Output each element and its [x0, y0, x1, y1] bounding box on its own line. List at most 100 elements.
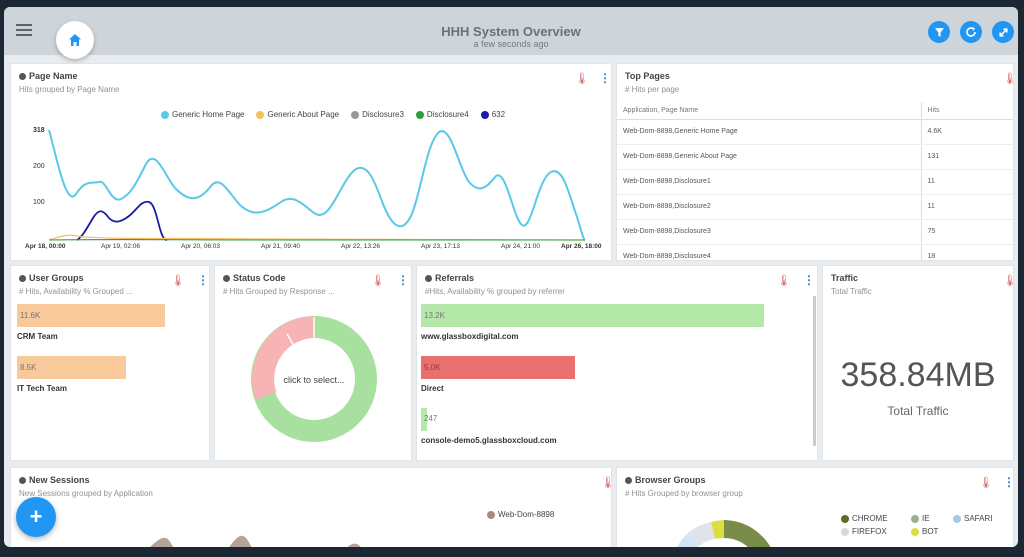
thermometer-icon[interactable]: 🌡 — [575, 72, 589, 86]
legend-item[interactable]: FIREFOX — [841, 527, 911, 536]
thermometer-icon[interactable]: 🌡 — [777, 274, 791, 288]
refresh-icon — [966, 27, 976, 37]
page-name-title: Page Name — [19, 71, 78, 81]
page-name-line-chart[interactable]: 318 200 100 Apr 18, 00:00 Apr 19, 02:06 … — [11, 124, 612, 250]
referrals-subtitle: #Hits, Availability % grouped by referre… — [425, 287, 565, 296]
table-row[interactable]: Web-Dom-8898,Generic Home Page 4.6K — [617, 119, 1013, 145]
legend-item[interactable]: IE — [911, 514, 953, 523]
status-code-title: Status Code — [223, 273, 286, 283]
more-options-icon[interactable]: ⋮ — [599, 72, 611, 86]
traffic-caption: Total Traffic — [887, 404, 949, 418]
legend-item[interactable]: SAFARI — [953, 514, 1013, 523]
x-tick-label: Apr 26, 18:00 — [561, 243, 602, 250]
user-groups-subtitle: # Hits, Availability % Grouped ... — [19, 287, 133, 296]
new-sessions-area-chart[interactable] — [11, 528, 612, 547]
referral-label: Direct — [421, 384, 444, 393]
check-circle-icon — [19, 72, 26, 80]
table-header-row: Application, Page Name Hits — [617, 102, 1013, 120]
more-options-icon[interactable]: ⋮ — [197, 274, 209, 288]
table-row[interactable]: Web-Dom-8898,Disclosure4 18 — [617, 244, 1013, 260]
new-sessions-panel: New Sessions New Sessions grouped by App… — [10, 467, 612, 547]
browser-groups-title: Browser Groups — [625, 475, 706, 485]
top-pages-title: Top Pages — [625, 71, 670, 81]
page-title: HHH System Overview — [441, 24, 581, 39]
user-groups-title: User Groups — [19, 273, 84, 283]
x-tick-label: Apr 22, 13:26 — [341, 243, 380, 250]
legend-item[interactable]: BOT — [911, 527, 953, 536]
area-peak — [347, 543, 361, 547]
y-tick-label: 318 — [33, 127, 45, 134]
legend-item[interactable]: Generic Home Page — [161, 110, 244, 119]
table-row[interactable]: Web-Dom-8898,Generic About Page 131 — [617, 144, 1013, 170]
legend-item[interactable]: Disclosure3 — [351, 110, 404, 119]
referral-bar[interactable]: 13.2K — [421, 304, 764, 327]
referrals-panel: Referrals #Hits, Availability % grouped … — [416, 265, 818, 461]
referrals-title: Referrals — [425, 273, 474, 283]
table-row[interactable]: Web-Dom-8898,Disclosure2 11 — [617, 194, 1013, 220]
last-updated-text: a few seconds ago — [473, 39, 549, 49]
browser-groups-donut-chart[interactable] — [669, 518, 779, 547]
scrollbar[interactable] — [813, 296, 816, 446]
referral-label: console-demo5.glassboxcloud.com — [421, 436, 557, 445]
traffic-panel: Traffic Total Traffic 🌡 358.84MB Total T… — [822, 265, 1014, 461]
traffic-value: 358.84MB — [840, 356, 996, 394]
column-header[interactable]: Application, Page Name — [617, 102, 921, 120]
legend-item[interactable]: 632 — [480, 110, 505, 119]
user-group-bar[interactable]: 8.5K — [17, 356, 126, 379]
donut-slice-chrome — [724, 520, 771, 547]
user-group-label: CRM Team — [17, 332, 58, 341]
referral-label: www.glassboxdigital.com — [421, 332, 519, 341]
x-tick-label: Apr 24, 21:00 — [501, 243, 540, 250]
add-widget-button[interactable]: + — [16, 497, 56, 537]
table-row[interactable]: Web-Dom-8898,Disclosure1 11 — [617, 169, 1013, 195]
thermometer-icon[interactable]: 🌡 — [371, 274, 385, 288]
x-tick-label: Apr 20, 06:03 — [181, 243, 220, 250]
x-tick-label: Apr 23, 17:13 — [421, 243, 460, 250]
x-tick-label: Apr 18, 00:00 — [25, 243, 66, 250]
referral-bar-value: 247 — [424, 414, 438, 423]
donut-center-text: click to select... — [283, 375, 344, 385]
filter-button[interactable] — [928, 21, 950, 43]
series-generic-home-page — [48, 129, 586, 241]
column-header[interactable]: Hits — [920, 102, 1013, 120]
thermometer-icon[interactable]: 🌡 — [601, 476, 611, 490]
status-code-donut-chart[interactable]: click to select... — [249, 314, 379, 444]
more-options-icon[interactable]: ⋮ — [397, 274, 409, 288]
thermometer-icon[interactable]: 🌡 — [1003, 72, 1013, 86]
check-circle-icon — [19, 274, 26, 282]
thermometer-icon[interactable]: 🌡 — [979, 476, 993, 490]
expand-button[interactable] — [992, 21, 1014, 43]
more-options-icon[interactable]: ⋮ — [1003, 476, 1013, 490]
area-peak — [229, 535, 252, 547]
page-name-subtitle: Hits grouped by Page Name — [19, 85, 120, 94]
area-peak — [150, 537, 174, 547]
thermometer-icon[interactable]: 🌡 — [171, 274, 185, 288]
status-code-subtitle: # Hits Grouped by Response ... — [223, 287, 335, 296]
user-group-bar[interactable]: 11.6K — [17, 304, 165, 327]
more-options-icon[interactable]: ⋮ — [803, 274, 815, 288]
top-pages-table: Application, Page Name Hits Web-Dom-8898… — [617, 102, 1013, 260]
table-row[interactable]: Web-Dom-8898,Disclosure3 75 — [617, 219, 1013, 245]
check-circle-icon — [425, 274, 432, 282]
expand-icon — [998, 27, 1008, 37]
x-tick-label: Apr 19, 02:06 — [101, 243, 140, 250]
browser-groups-subtitle: # Hits Grouped by browser group — [625, 489, 743, 498]
top-pages-panel: Top Pages # Hits per page 🌡 Application,… — [616, 63, 1014, 261]
thermometer-icon[interactable]: 🌡 — [1003, 274, 1013, 288]
referral-bar[interactable]: 5.0K — [421, 356, 575, 379]
check-circle-icon — [19, 476, 26, 484]
new-sessions-legend-item[interactable]: Web-Dom-8898 — [487, 510, 554, 519]
top-bar: HHH System Overview a few seconds ago — [4, 7, 1018, 59]
legend-item[interactable]: Generic About Page — [256, 110, 339, 119]
browser-groups-panel: Browser Groups # Hits Grouped by browser… — [616, 467, 1014, 547]
legend-item[interactable]: Disclosure4 — [415, 110, 469, 119]
page-name-panel: Page Name Hits grouped by Page Name 🌡 ⋮ … — [10, 63, 612, 261]
new-sessions-title: New Sessions — [19, 475, 90, 485]
check-circle-icon — [625, 476, 632, 484]
legend-item[interactable]: CHROME — [841, 514, 911, 523]
page-name-legend: Generic Home Page Generic About Page Dis… — [161, 110, 505, 119]
traffic-subtitle: Total Traffic — [831, 287, 872, 296]
refresh-button[interactable] — [960, 21, 982, 43]
y-tick-label: 100 — [33, 199, 45, 206]
series-632 — [76, 200, 168, 241]
